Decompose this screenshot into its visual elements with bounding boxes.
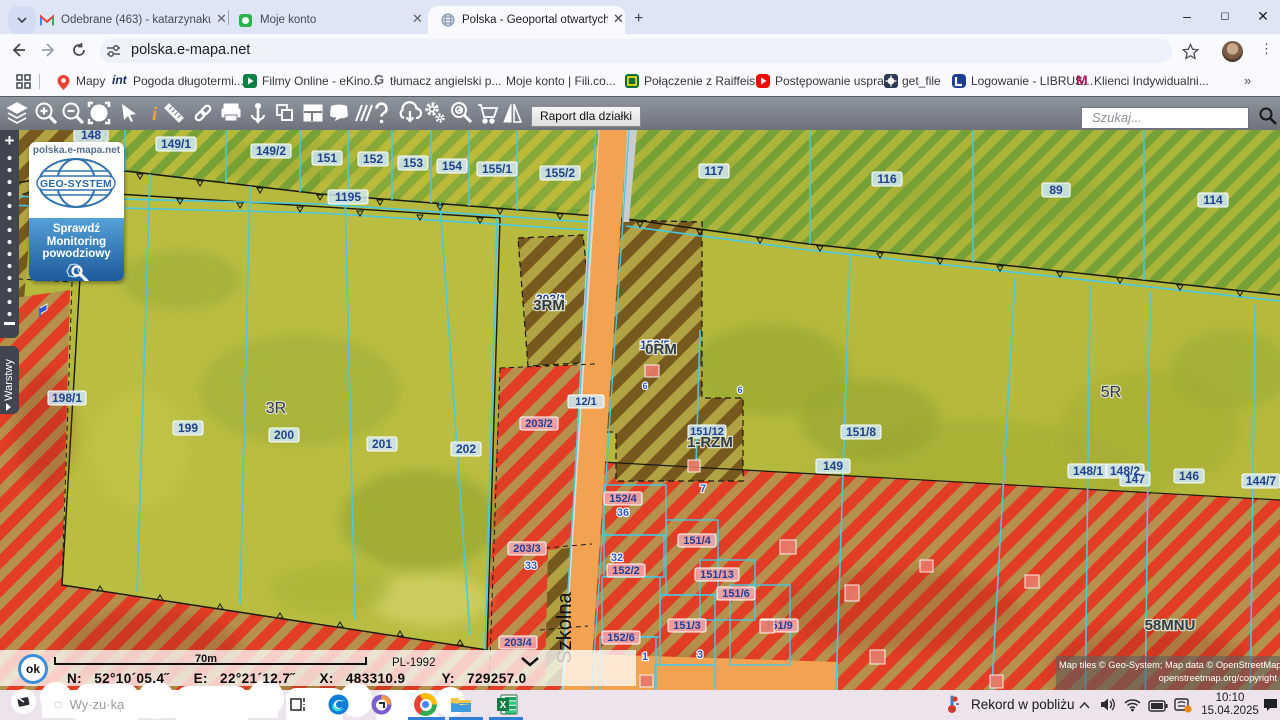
- svg-text:117: 117: [704, 164, 724, 178]
- svg-text:GEO-SYSTEM: GEO-SYSTEM: [40, 178, 112, 190]
- svg-text:3: 3: [697, 649, 703, 661]
- svg-text:201: 201: [372, 437, 392, 451]
- svg-text:6: 6: [737, 385, 742, 395]
- svg-text:147: 147: [1125, 472, 1145, 486]
- svg-text:155/1: 155/1: [482, 162, 512, 176]
- svg-text:152: 152: [363, 152, 383, 166]
- svg-text:203/2: 203/2: [525, 418, 553, 430]
- svg-text:6: 6: [642, 381, 647, 391]
- svg-text:32: 32: [611, 552, 623, 564]
- svg-text:3R: 3R: [266, 400, 286, 417]
- svg-text:33: 33: [525, 560, 537, 572]
- svg-text:200: 200: [274, 428, 294, 442]
- svg-text:149/1: 149/1: [161, 137, 191, 151]
- svg-text:155/2: 155/2: [545, 166, 575, 180]
- svg-text:151/3: 151/3: [673, 620, 701, 632]
- svg-text:36: 36: [617, 507, 629, 519]
- svg-text:202: 202: [456, 442, 476, 456]
- svg-text:151/13: 151/13: [700, 569, 734, 581]
- svg-text:151: 151: [317, 151, 337, 165]
- svg-text:149/2: 149/2: [256, 144, 286, 158]
- svg-text:152/6: 152/6: [607, 632, 635, 644]
- svg-text:199: 199: [178, 421, 198, 435]
- svg-text:148/1: 148/1: [1073, 464, 1103, 478]
- svg-text:89: 89: [1049, 183, 1063, 197]
- svg-text:149: 149: [823, 459, 843, 473]
- svg-text:PL-1992: PL-1992: [392, 657, 435, 669]
- svg-text:3RM: 3RM: [533, 297, 565, 314]
- svg-text:1195: 1195: [335, 190, 361, 204]
- svg-text:154: 154: [442, 159, 462, 173]
- svg-text:203/3: 203/3: [513, 543, 541, 555]
- svg-text:148: 148: [81, 130, 101, 142]
- svg-text:146: 146: [1179, 469, 1199, 483]
- svg-text:151/6: 151/6: [722, 588, 750, 600]
- svg-text:X: X: [500, 700, 507, 711]
- svg-text:152/2: 152/2: [612, 565, 640, 577]
- svg-text:0RM: 0RM: [645, 341, 677, 358]
- svg-text:198/1: 198/1: [52, 391, 82, 405]
- svg-text:7: 7: [700, 483, 706, 495]
- svg-text:114: 114: [1203, 193, 1223, 207]
- svg-text:1: 1: [642, 651, 648, 663]
- svg-text:151/8: 151/8: [846, 425, 876, 439]
- svg-text:1-RZM: 1-RZM: [687, 434, 733, 451]
- svg-text:12/1: 12/1: [575, 396, 596, 408]
- svg-text:203/4: 203/4: [504, 637, 532, 649]
- svg-text:144/7: 144/7: [1246, 474, 1276, 488]
- svg-text:116: 116: [877, 172, 897, 186]
- svg-text:152/4: 152/4: [609, 493, 637, 505]
- svg-text:58MNU: 58MNU: [1145, 617, 1196, 634]
- svg-text:153: 153: [403, 156, 423, 170]
- svg-text:151/4: 151/4: [683, 535, 711, 547]
- svg-text:70m: 70m: [195, 653, 217, 665]
- svg-text:i: i: [152, 104, 158, 125]
- svg-text:5R: 5R: [1101, 384, 1121, 401]
